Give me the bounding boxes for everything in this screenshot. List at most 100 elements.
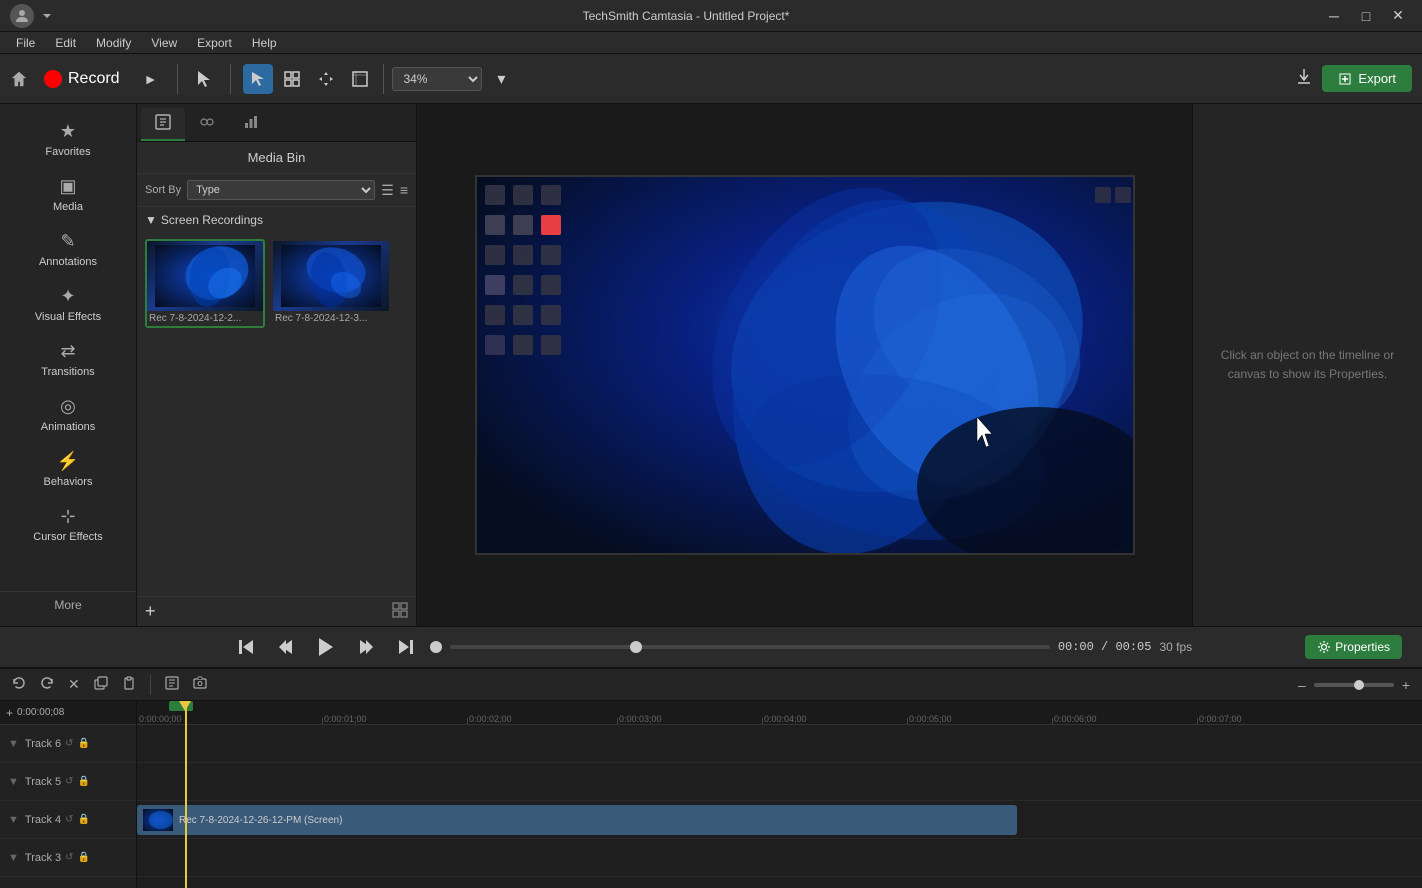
sort-select[interactable]: Type Name Date Size xyxy=(187,180,375,200)
add-media-button[interactable]: + xyxy=(145,601,156,622)
view-mode-button[interactable] xyxy=(392,602,408,621)
copy-button[interactable] xyxy=(90,674,112,695)
close-button[interactable]: ✕ xyxy=(1384,6,1412,26)
sidebar-item-favorites[interactable]: ★ Favorites xyxy=(6,113,130,166)
export-button[interactable]: Export xyxy=(1322,65,1412,92)
redo-button[interactable] xyxy=(36,674,58,695)
skip-back-button[interactable] xyxy=(230,631,262,663)
add-track-button[interactable]: + xyxy=(6,706,13,720)
tool-group: 34% 50% 75% 100% ▾ xyxy=(243,64,516,94)
crop-tool-button[interactable] xyxy=(345,64,375,94)
play-button[interactable] xyxy=(310,631,342,663)
track-labels-header: + 0:00:00;08 xyxy=(0,701,136,725)
menu-edit[interactable]: Edit xyxy=(47,34,84,52)
toolbar-separator xyxy=(177,64,178,94)
menu-modify[interactable]: Modify xyxy=(88,34,139,52)
media-thumb-2[interactable]: Rec 7-8-2024-12-3... xyxy=(271,239,391,328)
sidebar-item-behaviors[interactable]: ⚡ Behaviors xyxy=(6,443,130,496)
properties-button[interactable]: Properties xyxy=(1305,635,1402,659)
media-grid: Rec 7-8-2024-12-2... xyxy=(137,233,416,334)
ruler-mark-5: 0:00:05;00 xyxy=(907,714,952,724)
paste-button[interactable] xyxy=(118,674,140,695)
menu-help[interactable]: Help xyxy=(244,34,285,52)
delete-button[interactable]: ✕ xyxy=(64,674,84,695)
track-6-expand[interactable]: ▼ xyxy=(8,738,19,750)
playback-bar: 00:00 / 00:05 30 fps Properties xyxy=(0,626,1422,668)
sidebar-item-annotations[interactable]: ✎ Annotations xyxy=(6,223,130,276)
timeline-time-display: 0:00:00;08 xyxy=(17,707,64,718)
zoom-out-button[interactable]: – xyxy=(1294,675,1310,695)
track-clip-4[interactable]: Rec 7-8-2024-12-26-12-PM (Screen) xyxy=(137,805,1017,835)
snapshot-button[interactable] xyxy=(189,674,211,695)
track-5-name: Track 5 xyxy=(25,776,61,788)
media-icon: ▣ xyxy=(59,176,76,197)
track-6-undo[interactable]: ↺ xyxy=(65,738,73,749)
sidebar-item-animations[interactable]: ◎ Animations xyxy=(6,388,130,441)
annotations-icon: ✎ xyxy=(60,231,75,252)
sidebar-item-media[interactable]: ▣ Media xyxy=(6,168,130,221)
timeline: ✕ – + + 0:00:00;08 xyxy=(0,668,1422,888)
sidebar-item-cursor-effects[interactable]: ⊹ Cursor Effects xyxy=(6,498,130,551)
main-area: ★ Favorites ▣ Media ✎ Annotations ✦ Visu… xyxy=(0,104,1422,626)
playback-track[interactable] xyxy=(450,645,1050,649)
sidebar-visual-effects-label: Visual Effects xyxy=(35,311,101,323)
tab-stats[interactable] xyxy=(229,108,273,141)
maximize-button[interactable]: □ xyxy=(1352,6,1380,26)
group-tool-button[interactable] xyxy=(277,64,307,94)
tab-effects[interactable] xyxy=(185,108,229,141)
zoom-dropdown-button[interactable]: ▾ xyxy=(486,64,516,94)
step-back-button[interactable] xyxy=(270,631,302,663)
skip-forward-button[interactable] xyxy=(390,631,422,663)
select-tool-button[interactable] xyxy=(243,64,273,94)
track-5-undo[interactable]: ↺ xyxy=(65,776,73,787)
window-controls: ─ □ ✕ xyxy=(1320,6,1412,26)
sidebar-item-visual-effects[interactable]: ✦ Visual Effects xyxy=(6,278,130,331)
sort-asc-button[interactable]: ☰ xyxy=(381,182,394,199)
record-dropdown-button[interactable]: ► xyxy=(136,67,166,91)
minimize-button[interactable]: ─ xyxy=(1320,6,1348,26)
media-thumb-1[interactable]: Rec 7-8-2024-12-2... xyxy=(145,239,265,328)
track-label-5: ▼ Track 5 ↺ 🔒 xyxy=(0,763,136,801)
zoom-slider[interactable] xyxy=(1314,683,1394,687)
time-display: 00:00 / 00:05 xyxy=(1058,640,1152,654)
track-4-undo[interactable]: ↺ xyxy=(65,814,73,825)
undo-button[interactable] xyxy=(8,674,30,695)
ruler-mark-2: 0:00:02;00 xyxy=(467,714,512,724)
ruler-mark-4: 0:00:04;00 xyxy=(762,714,807,724)
playhead-position-knob xyxy=(430,641,442,653)
track-3-undo[interactable]: ↺ xyxy=(65,852,73,863)
thumb-label-1: Rec 7-8-2024-12-2... xyxy=(147,311,263,326)
move-tool-button[interactable] xyxy=(311,64,341,94)
section-collapse-icon: ▼ xyxy=(145,213,157,227)
screen-recordings-section[interactable]: ▼ Screen Recordings xyxy=(137,207,416,233)
sort-desc-button[interactable]: ≡ xyxy=(400,182,408,198)
toolbar: Record ► 34% 50% 75% 100% ▾ xyxy=(0,54,1422,104)
behaviors-icon: ⚡ xyxy=(57,451,79,472)
zoom-in-button[interactable]: + xyxy=(1398,675,1414,695)
zoom-select[interactable]: 34% 50% 75% 100% xyxy=(392,67,482,91)
download-button[interactable] xyxy=(1294,66,1314,91)
timeline-content: + 0:00:00;08 ▼ Track 6 ↺ 🔒 ▼ Track 5 ↺ 🔒… xyxy=(0,701,1422,888)
timeline-toolbar: ✕ – + xyxy=(0,669,1422,701)
timeline-ruler: 0:00:00;00 0:00:01;00 0:00:02;00 0:00:03… xyxy=(137,701,1422,725)
ruler-mark-3: 0:00:03;00 xyxy=(617,714,662,724)
tab-media[interactable] xyxy=(141,108,185,141)
sidebar-item-transitions[interactable]: ⇄ Transitions xyxy=(6,333,130,386)
media-panel: Media Bin Sort By Type Name Date Size ☰ … xyxy=(137,104,417,626)
track-3-expand[interactable]: ▼ xyxy=(8,852,19,864)
record-label: Record xyxy=(68,70,120,88)
menu-file[interactable]: File xyxy=(8,34,43,52)
menu-export[interactable]: Export xyxy=(189,34,240,52)
insert-track-button[interactable] xyxy=(161,674,183,695)
sidebar-more[interactable]: More xyxy=(0,591,136,618)
record-button[interactable]: Record xyxy=(32,64,132,94)
tl-separator xyxy=(150,675,151,695)
menu-view[interactable]: View xyxy=(143,34,185,52)
gear-icon xyxy=(1317,640,1331,654)
track-5-expand[interactable]: ▼ xyxy=(8,776,19,788)
step-forward-button[interactable] xyxy=(350,631,382,663)
record-dot-icon xyxy=(44,70,62,88)
track-4-expand[interactable]: ▼ xyxy=(8,814,19,826)
stats-tab-icon xyxy=(243,114,259,130)
playhead-knob[interactable] xyxy=(630,641,642,653)
